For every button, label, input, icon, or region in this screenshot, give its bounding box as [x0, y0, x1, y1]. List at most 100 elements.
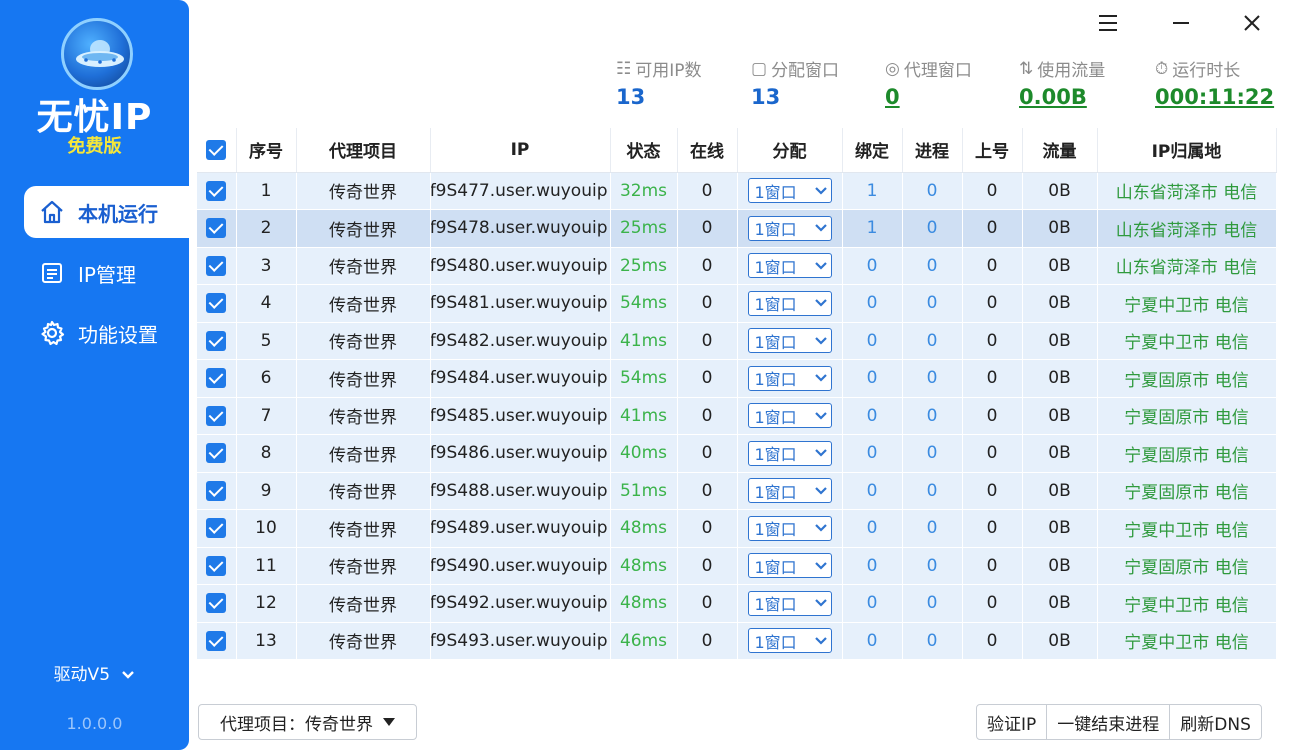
verify-ip-button[interactable]: 验证IP [977, 705, 1048, 739]
cell-online: 0 [677, 434, 738, 473]
table-row[interactable]: 12 传奇世界 Df9S492.user.wuyouip 48ms 0 1窗口 0 0 0 0B 宁… [197, 584, 1277, 623]
row-checkbox[interactable] [197, 209, 237, 248]
table-row[interactable]: 8 传奇世界 Df9S486.user.wuyouip 40ms 0 1窗口 0 0 0 0B 宁夏… [197, 434, 1277, 473]
cell-process[interactable]: 0 [902, 434, 963, 473]
row-checkbox[interactable] [197, 397, 237, 435]
window-assign-select[interactable]: 1窗口 [747, 328, 832, 354]
row-checkbox[interactable] [197, 472, 237, 510]
column-header[interactable]: 在线 [677, 128, 738, 173]
cell-assign: 1窗口 [737, 284, 843, 323]
cell-process[interactable]: 0 [902, 397, 963, 435]
window-assign-select[interactable]: 1窗口 [747, 515, 832, 541]
row-checkbox[interactable] [197, 359, 237, 398]
cell-bind[interactable]: 0 [842, 397, 903, 435]
cell-bind[interactable]: 0 [842, 622, 903, 660]
window-assign-value: 1窗口 [754, 445, 797, 465]
window-assign-select[interactable]: 1窗口 [747, 590, 832, 616]
table-row[interactable]: 6 传奇世界 Df9S484.user.wuyouip 54ms 0 1窗口 0 0 0 0B 宁夏… [197, 359, 1277, 398]
window-assign-select[interactable]: 1窗口 [747, 178, 832, 204]
table-row[interactable]: 1 传奇世界 Df9S477.user.wuyouip 32ms 0 1窗口 1 0 0 0B 山东… [197, 172, 1277, 210]
cell-project: 传奇世界 [296, 509, 431, 548]
row-checkbox[interactable] [197, 247, 237, 285]
refresh-dns-button[interactable]: 刷新DNS [1170, 705, 1261, 739]
cell-bind[interactable]: 0 [842, 322, 903, 360]
column-header[interactable]: 状态 [610, 128, 678, 173]
row-checkbox[interactable] [197, 172, 237, 210]
window-assign-select[interactable]: 1窗口 [747, 253, 832, 279]
table-row[interactable]: 9 传奇世界 Df9S488.user.wuyouip 51ms 0 1窗口 0 0 0 0B 宁夏… [197, 472, 1277, 510]
table-row[interactable]: 10 传奇世界 Df9S489.user.wuyouip 48ms 0 1窗口 0 0 0 0B 宁… [197, 509, 1277, 548]
cell-bind[interactable]: 0 [842, 584, 903, 623]
column-header[interactable]: 上号 [962, 128, 1023, 173]
kill-processes-button[interactable]: 一键结束进程 [1047, 705, 1171, 739]
row-checkbox[interactable] [197, 547, 237, 585]
table-row[interactable]: 4 传奇世界 Df9S481.user.wuyouip 54ms 0 1窗口 0 0 0 0B 宁夏… [197, 284, 1277, 323]
stat-value[interactable]: 0.00B [1019, 85, 1105, 109]
cell-process[interactable]: 0 [902, 284, 963, 323]
table-row[interactable]: 5 传奇世界 Df9S482.user.wuyouip 41ms 0 1窗口 0 0 0 0B 宁夏… [197, 322, 1277, 360]
window-assign-select[interactable]: 1窗口 [747, 403, 832, 429]
table-row[interactable]: 3 传奇世界 Df9S480.user.wuyouip 25ms 0 1窗口 0 0 0 0B 山东… [197, 247, 1277, 285]
cell-process[interactable]: 0 [902, 472, 963, 510]
cell-bind[interactable]: 0 [842, 434, 903, 473]
column-header[interactable]: 代理项目 [296, 128, 431, 173]
table-row[interactable]: 2 传奇世界 Df9S478.user.wuyouip 25ms 0 1窗口 1 0 0 0B 山东… [197, 209, 1277, 248]
row-checkbox[interactable] [197, 434, 237, 473]
select-all-checkbox[interactable] [197, 128, 237, 173]
cell-process[interactable]: 0 [902, 547, 963, 585]
column-header[interactable]: 流量 [1022, 128, 1098, 173]
cell-bind[interactable]: 0 [842, 547, 903, 585]
cell-bind[interactable]: 0 [842, 359, 903, 398]
cell-online: 0 [677, 322, 738, 360]
cell-bind[interactable]: 1 [842, 172, 903, 210]
cell-bind[interactable]: 0 [842, 509, 903, 548]
close-button[interactable] [1237, 8, 1267, 38]
nav-item-ip-manage[interactable]: IP管理 [24, 247, 189, 299]
table-row[interactable]: 13 传奇世界 Df9S493.user.wuyouip 46ms 0 1窗口 0 0 0 0B 宁… [197, 622, 1277, 660]
row-checkbox[interactable] [197, 584, 237, 623]
cell-bind[interactable]: 0 [842, 247, 903, 285]
menu-button[interactable] [1093, 8, 1123, 38]
row-checkbox[interactable] [197, 509, 237, 548]
project-select[interactable]: 代理项目：传奇世界 [198, 704, 417, 740]
row-checkbox[interactable] [197, 284, 237, 323]
window-assign-select[interactable]: 1窗口 [747, 553, 832, 579]
table-row[interactable]: 11 传奇世界 Df9S490.user.wuyouip 48ms 0 1窗口 0 0 0 0B 宁… [197, 547, 1277, 585]
cell-bind[interactable]: 0 [842, 472, 903, 510]
cell-process[interactable]: 0 [902, 509, 963, 548]
cell-online: 0 [677, 359, 738, 398]
cell-bind[interactable]: 0 [842, 284, 903, 323]
cell-process[interactable]: 0 [902, 359, 963, 398]
window-assign-select[interactable]: 1窗口 [747, 215, 832, 241]
column-header[interactable]: IP归属地 [1097, 128, 1277, 173]
driver-select[interactable]: 驱动V5 [0, 660, 189, 685]
cell-process[interactable]: 0 [902, 172, 963, 210]
row-checkbox[interactable] [197, 322, 237, 360]
nav-item-settings[interactable]: 功能设置 [24, 307, 189, 359]
cell-status: 48ms [610, 584, 678, 623]
column-header[interactable]: IP [430, 128, 611, 173]
stat-value[interactable]: 0 [885, 85, 972, 109]
minimize-button[interactable] [1166, 8, 1196, 38]
cell-process[interactable]: 0 [902, 584, 963, 623]
window-assign-select[interactable]: 1窗口 [747, 365, 832, 391]
window-assign-select[interactable]: 1窗口 [747, 628, 832, 654]
cell-process[interactable]: 0 [902, 322, 963, 360]
table-row[interactable]: 7 传奇世界 Df9S485.user.wuyouip 41ms 0 1窗口 0 0 0 0B 宁夏… [197, 397, 1277, 435]
cell-process[interactable]: 0 [902, 247, 963, 285]
column-header[interactable]: 序号 [236, 128, 297, 173]
column-header[interactable]: 绑定 [842, 128, 903, 173]
column-header[interactable]: 分配 [737, 128, 843, 173]
cell-process[interactable]: 0 [902, 209, 963, 248]
cell-no: 3 [236, 247, 297, 285]
window-assign-select[interactable]: 1窗口 [747, 440, 832, 466]
row-checkbox[interactable] [197, 622, 237, 660]
stat-value[interactable]: 000:11:22 [1155, 85, 1274, 109]
cell-process[interactable]: 0 [902, 622, 963, 660]
cell-bind[interactable]: 1 [842, 209, 903, 248]
cell-project: 传奇世界 [296, 209, 431, 248]
column-header[interactable]: 进程 [902, 128, 963, 173]
nav-item-local-run[interactable]: 本机运行 [24, 186, 189, 238]
window-assign-select[interactable]: 1窗口 [747, 478, 832, 504]
window-assign-select[interactable]: 1窗口 [747, 290, 832, 316]
